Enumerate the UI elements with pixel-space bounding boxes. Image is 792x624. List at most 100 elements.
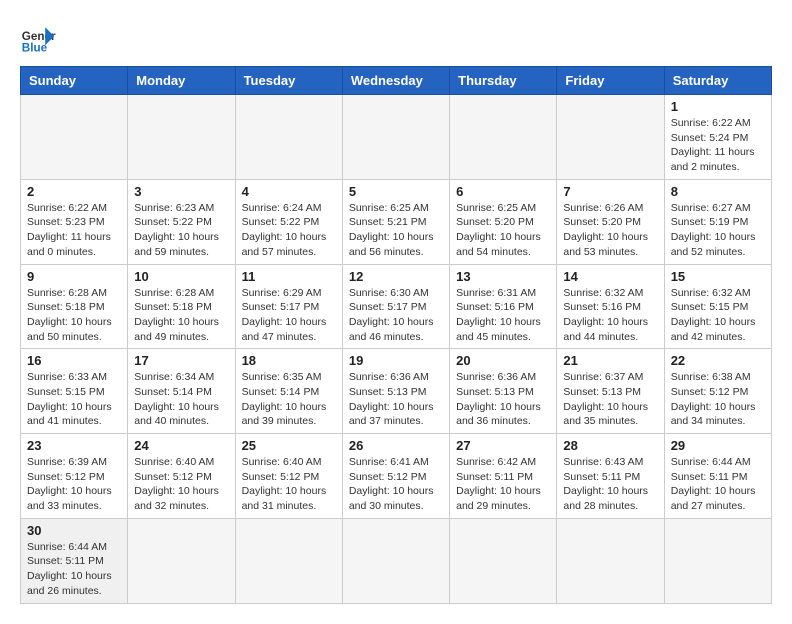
- day-number: 18: [242, 353, 336, 368]
- calendar-week-row: 23 Sunrise: 6:39 AM Sunset: 5:12 PM Dayli…: [21, 434, 772, 519]
- day-content: Sunrise: 6:36 AM Sunset: 5:13 PM Dayligh…: [456, 370, 550, 429]
- day-number: 27: [456, 438, 550, 453]
- day-number: 6: [456, 184, 550, 199]
- day-content: Sunrise: 6:25 AM Sunset: 5:20 PM Dayligh…: [456, 201, 550, 260]
- calendar-cell: 11 Sunrise: 6:29 AM Sunset: 5:17 PM Dayli…: [235, 264, 342, 349]
- calendar-cell: [342, 518, 449, 603]
- calendar-cell: 21Sunrise: 6:37 AM Sunset: 5:13 PM Dayli…: [557, 349, 664, 434]
- day-number: 9: [27, 269, 121, 284]
- day-content: Sunrise: 6:39 AM Sunset: 5:12 PM Dayligh…: [27, 455, 121, 514]
- calendar-cell: [342, 95, 449, 180]
- day-number: 25: [242, 438, 336, 453]
- calendar-cell: 15 Sunrise: 6:32 AM Sunset: 5:15 PM Dayli…: [664, 264, 771, 349]
- day-content: Sunrise: 6:44 AM Sunset: 5:11 PM Dayligh…: [671, 455, 765, 514]
- day-number: 12: [349, 269, 443, 284]
- day-number: 4: [242, 184, 336, 199]
- day-content: Sunrise: 6:36 AM Sunset: 5:13 PM Dayligh…: [349, 370, 443, 429]
- weekday-header-tuesday: Tuesday: [235, 67, 342, 95]
- weekday-header-saturday: Saturday: [664, 67, 771, 95]
- day-content: Sunrise: 6:30 AM Sunset: 5:17 PM Dayligh…: [349, 286, 443, 345]
- calendar-cell: 18 Sunrise: 6:35 AM Sunset: 5:14 PM Dayli…: [235, 349, 342, 434]
- day-number: 10: [134, 269, 228, 284]
- day-number: 26: [349, 438, 443, 453]
- day-number: 19: [349, 353, 443, 368]
- day-number: 29: [671, 438, 765, 453]
- calendar-week-row: 9 Sunrise: 6:28 AM Sunset: 5:18 PM Daylig…: [21, 264, 772, 349]
- day-number: 15: [671, 269, 765, 284]
- day-number: 23: [27, 438, 121, 453]
- weekday-header-thursday: Thursday: [450, 67, 557, 95]
- day-number: 17: [134, 353, 228, 368]
- day-number: 24: [134, 438, 228, 453]
- calendar-cell: [664, 518, 771, 603]
- calendar-cell: 29 Sunrise: 6:44 AM Sunset: 5:11 PM Dayli…: [664, 434, 771, 519]
- calendar-cell: [557, 518, 664, 603]
- day-number: 30: [27, 523, 121, 538]
- calendar-cell: [21, 95, 128, 180]
- day-number: 7: [563, 184, 657, 199]
- day-number: 5: [349, 184, 443, 199]
- day-content: Sunrise: 6:41 AM Sunset: 5:12 PM Dayligh…: [349, 455, 443, 514]
- day-content: Sunrise: 6:34 AM Sunset: 5:14 PM Dayligh…: [134, 370, 228, 429]
- day-number: 1: [671, 99, 765, 114]
- calendar-week-row: 16 Sunrise: 6:33 AM Sunset: 5:15 PM Dayli…: [21, 349, 772, 434]
- calendar-cell: 25Sunrise: 6:40 AM Sunset: 5:12 PM Dayli…: [235, 434, 342, 519]
- weekday-header-row: SundayMondayTuesdayWednesdayThursdayFrid…: [21, 67, 772, 95]
- day-content: Sunrise: 6:31 AM Sunset: 5:16 PM Dayligh…: [456, 286, 550, 345]
- calendar-cell: 30Sunrise: 6:44 AM Sunset: 5:11 PM Dayli…: [21, 518, 128, 603]
- day-content: Sunrise: 6:29 AM Sunset: 5:17 PM Dayligh…: [242, 286, 336, 345]
- svg-text:Blue: Blue: [22, 42, 48, 55]
- calendar-cell: 10Sunrise: 6:28 AM Sunset: 5:18 PM Dayli…: [128, 264, 235, 349]
- calendar-cell: 14Sunrise: 6:32 AM Sunset: 5:16 PM Dayli…: [557, 264, 664, 349]
- weekday-header-friday: Friday: [557, 67, 664, 95]
- calendar-cell: 6 Sunrise: 6:25 AM Sunset: 5:20 PM Daylig…: [450, 179, 557, 264]
- calendar-cell: 27 Sunrise: 6:42 AM Sunset: 5:11 PM Dayli…: [450, 434, 557, 519]
- calendar-cell: [235, 518, 342, 603]
- day-number: 11: [242, 269, 336, 284]
- day-number: 28: [563, 438, 657, 453]
- calendar-cell: 23 Sunrise: 6:39 AM Sunset: 5:12 PM Dayli…: [21, 434, 128, 519]
- day-content: Sunrise: 6:33 AM Sunset: 5:15 PM Dayligh…: [27, 370, 121, 429]
- day-content: Sunrise: 6:23 AM Sunset: 5:22 PM Dayligh…: [134, 201, 228, 260]
- day-content: Sunrise: 6:43 AM Sunset: 5:11 PM Dayligh…: [563, 455, 657, 514]
- day-number: 22: [671, 353, 765, 368]
- day-number: 16: [27, 353, 121, 368]
- day-number: 14: [563, 269, 657, 284]
- day-content: Sunrise: 6:26 AM Sunset: 5:20 PM Dayligh…: [563, 201, 657, 260]
- calendar-cell: 26 Sunrise: 6:41 AM Sunset: 5:12 PM Dayli…: [342, 434, 449, 519]
- calendar-week-row: 1Sunrise: 6:22 AM Sunset: 5:24 PM Daylig…: [21, 95, 772, 180]
- calendar-cell: 19 Sunrise: 6:36 AM Sunset: 5:13 PM Dayli…: [342, 349, 449, 434]
- calendar-cell: 7 Sunrise: 6:26 AM Sunset: 5:20 PM Daylig…: [557, 179, 664, 264]
- calendar-cell: [128, 518, 235, 603]
- day-number: 20: [456, 353, 550, 368]
- calendar-cell: 17 Sunrise: 6:34 AM Sunset: 5:14 PM Dayli…: [128, 349, 235, 434]
- logo-icon: General Blue: [20, 20, 56, 56]
- calendar-cell: 28 Sunrise: 6:43 AM Sunset: 5:11 PM Dayli…: [557, 434, 664, 519]
- calendar-cell: 22Sunrise: 6:38 AM Sunset: 5:12 PM Dayli…: [664, 349, 771, 434]
- calendar-cell: [450, 518, 557, 603]
- calendar-cell: [128, 95, 235, 180]
- calendar-cell: [450, 95, 557, 180]
- calendar-cell: 16 Sunrise: 6:33 AM Sunset: 5:15 PM Dayli…: [21, 349, 128, 434]
- day-content: Sunrise: 6:28 AM Sunset: 5:18 PM Dayligh…: [27, 286, 121, 345]
- weekday-header-monday: Monday: [128, 67, 235, 95]
- day-content: Sunrise: 6:37 AM Sunset: 5:13 PM Dayligh…: [563, 370, 657, 429]
- page-header: General Blue: [20, 20, 772, 56]
- day-content: Sunrise: 6:27 AM Sunset: 5:19 PM Dayligh…: [671, 201, 765, 260]
- calendar-cell: 9 Sunrise: 6:28 AM Sunset: 5:18 PM Daylig…: [21, 264, 128, 349]
- day-content: Sunrise: 6:42 AM Sunset: 5:11 PM Dayligh…: [456, 455, 550, 514]
- day-content: Sunrise: 6:32 AM Sunset: 5:15 PM Dayligh…: [671, 286, 765, 345]
- calendar-cell: 13Sunrise: 6:31 AM Sunset: 5:16 PM Dayli…: [450, 264, 557, 349]
- day-content: Sunrise: 6:35 AM Sunset: 5:14 PM Dayligh…: [242, 370, 336, 429]
- day-content: Sunrise: 6:40 AM Sunset: 5:12 PM Dayligh…: [134, 455, 228, 514]
- calendar-table: SundayMondayTuesdayWednesdayThursdayFrid…: [20, 66, 772, 604]
- calendar-cell: 20 Sunrise: 6:36 AM Sunset: 5:13 PM Dayli…: [450, 349, 557, 434]
- calendar-cell: 5 Sunrise: 6:25 AM Sunset: 5:21 PM Daylig…: [342, 179, 449, 264]
- weekday-header-sunday: Sunday: [21, 67, 128, 95]
- day-content: Sunrise: 6:25 AM Sunset: 5:21 PM Dayligh…: [349, 201, 443, 260]
- weekday-header-wednesday: Wednesday: [342, 67, 449, 95]
- day-number: 3: [134, 184, 228, 199]
- day-number: 2: [27, 184, 121, 199]
- calendar-cell: [557, 95, 664, 180]
- calendar-cell: 2Sunrise: 6:22 AM Sunset: 5:23 PM Daylig…: [21, 179, 128, 264]
